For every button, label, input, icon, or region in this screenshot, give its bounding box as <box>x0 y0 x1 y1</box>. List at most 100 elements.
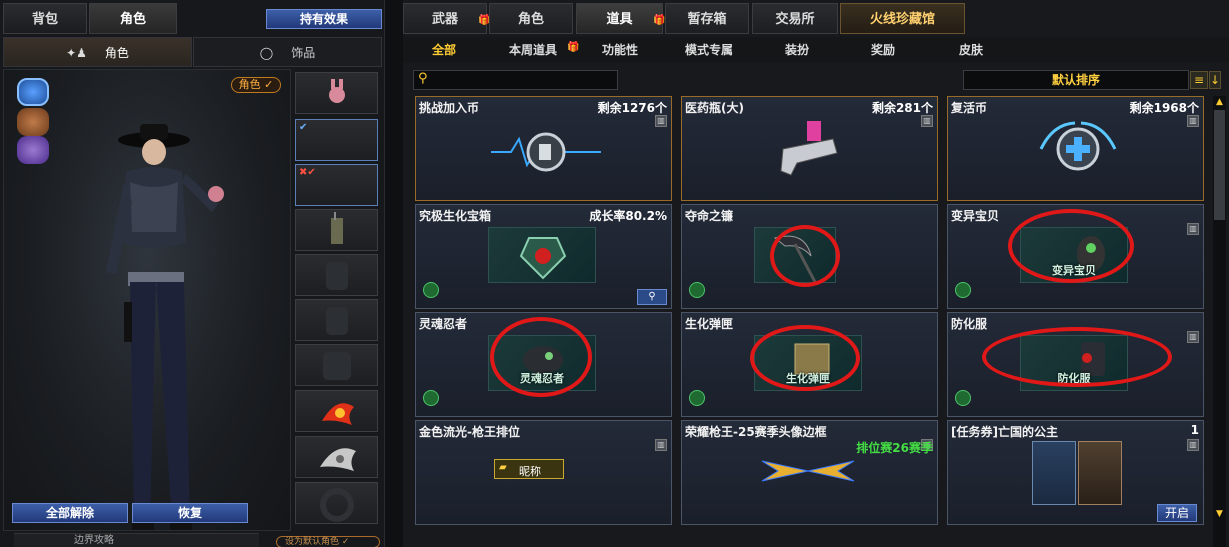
item-card[interactable]: [任务券]亡国的公主 1 ▥ 开启 <box>947 420 1204 525</box>
ring-icon: ◯ <box>259 46 274 60</box>
red-circle-annotation <box>490 317 592 397</box>
subtab-character[interactable]: ✦♟ 角色 <box>3 37 192 67</box>
slot-emblem-red[interactable] <box>295 390 378 432</box>
new-gift-icon: 🎁 <box>653 15 666 26</box>
item-name: 究极生化宝箱 <box>419 209 492 223</box>
item-growth-rate: 成长率80.2% <box>589 209 667 223</box>
scroll-up-icon[interactable]: ▲ <box>1213 96 1226 108</box>
trash-icon[interactable]: ▥ <box>655 115 667 127</box>
open-button[interactable]: 开启 <box>1157 504 1197 522</box>
item-card[interactable]: 变异宝贝 ▥ 变异宝贝 <box>947 204 1204 309</box>
sort-dropdown[interactable]: 默认排序 <box>963 70 1189 90</box>
scroll-down-icon[interactable]: ▼ <box>1213 508 1226 520</box>
red-circle-annotation <box>982 327 1172 387</box>
vest-silhouette-icon <box>326 262 348 290</box>
slot-bag[interactable] <box>295 299 378 341</box>
scroll-thumb[interactable] <box>1214 110 1225 220</box>
skin-option-blue-icon[interactable] <box>17 78 49 106</box>
item-card[interactable]: 生化弹匣 生化弹匣 <box>681 312 938 417</box>
category-cosmetic[interactable]: 装扮 <box>785 37 809 63</box>
item-card[interactable]: 荣耀枪王-25赛季头像边框 ▥ 排位赛26赛季 <box>681 420 938 525</box>
left-bottom-bar[interactable]: 边界攻略 <box>14 533 259 547</box>
silver-dragon-emblem-icon <box>320 448 356 471</box>
preview-search-button[interactable]: ⚲ <box>637 289 667 305</box>
character-preview: 角色 ✓ 全部解除 恢复 <box>3 69 291 531</box>
red-circle-annotation <box>750 325 860 391</box>
subtab-accessory[interactable]: ◯ 饰品 <box>193 37 382 67</box>
holding-effect-button[interactable]: 持有效果 <box>266 9 382 29</box>
trash-icon[interactable]: ▥ <box>1187 331 1199 343</box>
left-sub-tabs: ✦♟ 角色 ◯ 饰品 <box>3 37 382 67</box>
item-grid: 挑战加入币 剩余1276个 ▥ 医药瓶(大) 剩余281个 ▥ 复活币 剩余19… <box>415 96 1205 547</box>
tab-characters[interactable]: 角色 <box>489 3 573 34</box>
slot-weapon-skin[interactable]: ✔ <box>295 119 378 161</box>
storage-right-panel: 武器 🎁 角色 道具 🎁 暂存箱 交易所 火线珍藏馆 全部 本周道具 🎁 功能性 模式… <box>403 0 1229 547</box>
slot-ring[interactable] <box>295 482 378 524</box>
character-model <box>106 124 224 530</box>
red-circle-annotation <box>770 225 840 287</box>
search-input[interactable] <box>413 70 618 90</box>
trash-icon[interactable]: ▥ <box>1187 439 1199 451</box>
item-name: 防化服 <box>951 317 988 331</box>
tab-collection-hall[interactable]: 火线珍藏馆 <box>840 3 965 34</box>
tab-weapons[interactable]: 武器 🎁 <box>403 3 490 34</box>
category-skin[interactable]: 皮肤 <box>959 37 983 63</box>
character-badge[interactable]: 角色 ✓ <box>231 77 281 93</box>
item-count: 1 <box>1190 423 1199 437</box>
tab-character[interactable]: 角色 <box>89 3 177 34</box>
category-mode-exclusive[interactable]: 模式专属 <box>685 37 733 63</box>
radio-icon <box>331 212 343 244</box>
unequip-all-button[interactable]: 全部解除 <box>12 503 128 523</box>
slot-emblem-silver[interactable] <box>295 436 378 478</box>
item-name: [任务券]亡国的公主 <box>951 425 1058 439</box>
category-tabs: 全部 本周道具 🎁 功能性 模式专属 装扮 奖励 皮肤 <box>403 37 1229 63</box>
revive-coin-icon <box>1039 121 1117 171</box>
grid-scrollbar[interactable]: ▲ ▼ <box>1213 96 1226 547</box>
item-name: 灵魂忍者 <box>419 317 468 331</box>
category-functional[interactable]: 功能性 <box>602 37 638 63</box>
season-label: 排位赛26赛季 <box>856 441 933 455</box>
princess-card-left <box>1032 441 1076 505</box>
trash-icon[interactable]: ▥ <box>655 439 667 451</box>
tab-backpack[interactable]: 背包 <box>3 3 87 34</box>
category-reward[interactable]: 奖励 <box>871 37 895 63</box>
bio-badge-icon <box>955 390 971 406</box>
trash-icon[interactable]: ▥ <box>1187 115 1199 127</box>
slot-belt[interactable] <box>295 344 378 386</box>
bag-silhouette-icon <box>326 307 348 335</box>
slot-pet[interactable] <box>295 72 378 114</box>
item-card[interactable]: 灵魂忍者 灵魂忍者 <box>415 312 672 417</box>
item-remaining: 剩余1276个 <box>597 101 667 115</box>
bio-badge-icon <box>955 282 971 298</box>
slot-vest[interactable] <box>295 254 378 296</box>
item-card[interactable]: 究极生化宝箱 成长率80.2% ⚲ <box>415 204 672 309</box>
tab-stash[interactable]: 暂存箱 <box>665 3 749 34</box>
trash-icon[interactable]: ▥ <box>1187 223 1199 235</box>
tab-items[interactable]: 道具 🎁 <box>576 3 666 34</box>
category-weekly[interactable]: 本周道具 🎁 <box>509 37 579 63</box>
new-gift-icon: 🎁 <box>567 42 580 53</box>
bio-badge-icon <box>689 282 705 298</box>
item-card[interactable]: 防化服 ▥ 防化服 <box>947 312 1204 417</box>
list-view-icon[interactable]: ≡ <box>1190 71 1208 89</box>
bio-badge-icon <box>423 390 439 406</box>
tab-exchange[interactable]: 交易所 <box>752 3 838 34</box>
category-all[interactable]: 全部 <box>432 37 456 63</box>
trash-icon[interactable]: ▥ <box>921 115 933 127</box>
skin-option-purple-icon[interactable] <box>17 136 49 164</box>
item-remaining: 剩余1968个 <box>1129 101 1199 115</box>
item-card[interactable]: 医药瓶(大) 剩余281个 ▥ <box>681 96 938 201</box>
item-card[interactable]: 挑战加入币 剩余1276个 ▥ <box>415 96 672 201</box>
skin-option-orange-icon[interactable] <box>17 108 49 136</box>
slot-radio[interactable] <box>295 209 378 251</box>
restore-button[interactable]: 恢复 <box>132 503 248 523</box>
set-default-character[interactable]: 设为默认角色 ✓ <box>276 536 380 547</box>
item-card[interactable]: 金色流光-枪王排位 ▥ ▰ 昵称 <box>415 420 672 525</box>
item-name: 金色流光-枪王排位 <box>419 425 520 439</box>
slot-secondary-skin[interactable]: ✖✔ <box>295 164 378 206</box>
item-card[interactable]: 夺命之镰 <box>681 204 938 309</box>
item-card[interactable]: 复活币 剩余1968个 ▥ <box>947 96 1204 201</box>
sort-direction-icon[interactable]: ↓ <box>1209 71 1221 89</box>
subtab-character-label: 角色 <box>104 46 129 60</box>
bio-chest-image <box>488 227 596 283</box>
